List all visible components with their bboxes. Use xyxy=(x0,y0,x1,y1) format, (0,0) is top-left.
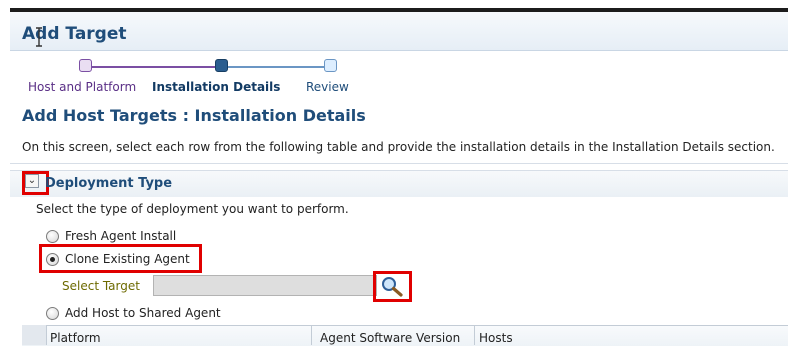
intro-text: On this screen, select each row from the… xyxy=(22,140,775,154)
section-title: Add Host Targets : Installation Details xyxy=(22,106,366,125)
select-target-input[interactable] xyxy=(153,275,377,296)
train-stop-host-platform[interactable] xyxy=(79,59,92,72)
radio-label: Fresh Agent Install xyxy=(65,229,177,243)
radio-add-host-shared-agent[interactable]: Add Host to Shared Agent xyxy=(46,304,221,322)
clone-agent-highlight xyxy=(39,244,202,273)
radio-label: Add Host to Shared Agent xyxy=(65,306,221,320)
column-header-agent-software-version[interactable]: Agent Software Version xyxy=(320,331,460,345)
train-label-review[interactable]: Review xyxy=(306,80,349,94)
search-button-highlight xyxy=(373,271,412,302)
column-divider[interactable] xyxy=(474,325,475,345)
deployment-type-title: Deployment Type xyxy=(45,176,173,191)
table-select-column[interactable] xyxy=(22,325,47,345)
train-connector-1 xyxy=(92,66,215,68)
train-stop-installation-details[interactable] xyxy=(215,59,228,72)
radio-button[interactable] xyxy=(46,306,59,320)
train-stop-review[interactable] xyxy=(324,59,337,72)
radio-button[interactable] xyxy=(46,229,59,243)
train-label-host-platform[interactable]: Host and Platform xyxy=(28,80,136,94)
deployment-type-description: Select the type of deployment you want t… xyxy=(36,202,349,216)
select-target-label: Select Target xyxy=(62,279,140,293)
column-divider[interactable] xyxy=(311,325,312,345)
column-header-platform[interactable]: Platform xyxy=(50,331,101,345)
train-connector-2 xyxy=(228,66,324,68)
radio-fresh-agent-install[interactable]: Fresh Agent Install xyxy=(46,227,176,245)
separator xyxy=(10,163,788,164)
train-label-installation-details: Installation Details xyxy=(152,80,281,94)
column-header-hosts[interactable]: Hosts xyxy=(479,331,513,345)
header-band xyxy=(10,12,788,51)
text-cursor-icon xyxy=(36,27,42,47)
